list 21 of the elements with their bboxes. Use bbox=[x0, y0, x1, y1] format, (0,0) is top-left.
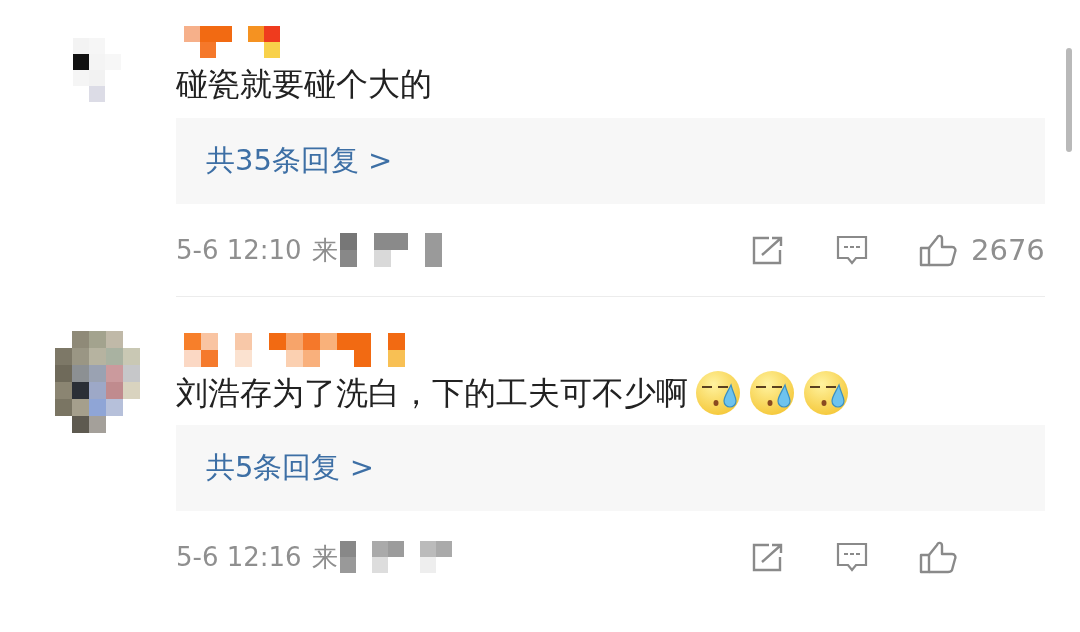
comment-text: 刘浩存为了洗白，下的工夫可不少啊 bbox=[176, 373, 688, 414]
like-count: 2676 bbox=[971, 233, 1045, 267]
source-text: 来 bbox=[311, 540, 338, 574]
thumbs-up-icon[interactable] bbox=[919, 233, 957, 267]
sweat-emoji-icon bbox=[748, 369, 796, 417]
sweat-emoji-icon bbox=[802, 369, 850, 417]
source-text: 来 bbox=[311, 233, 338, 267]
comment-text: 碰瓷就要碰个大的 bbox=[176, 64, 432, 105]
sweat-emoji-icon bbox=[694, 369, 742, 417]
replies-link[interactable]: 共5条回复 > bbox=[176, 425, 1045, 511]
share-icon[interactable] bbox=[751, 542, 785, 572]
comment-icon[interactable] bbox=[835, 541, 869, 573]
thumbs-up-icon[interactable] bbox=[919, 540, 957, 574]
pixelated-avatar[interactable] bbox=[73, 38, 121, 102]
share-icon[interactable] bbox=[751, 235, 785, 265]
scrollbar[interactable] bbox=[1066, 48, 1072, 152]
comment-time: 5-6 12:10 bbox=[176, 235, 302, 265]
comment-time: 5-6 12:16 bbox=[176, 542, 302, 572]
replies-link[interactable]: 共35条回复 > bbox=[176, 118, 1045, 204]
pixelated-avatar[interactable] bbox=[54, 331, 140, 433]
comment-icon[interactable] bbox=[835, 234, 869, 266]
